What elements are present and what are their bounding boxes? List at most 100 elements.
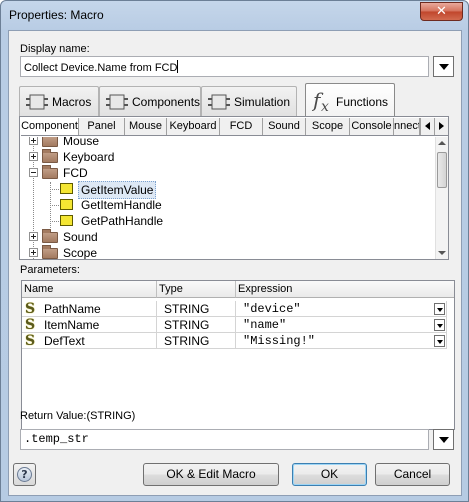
tab-functions-label: Functions: [336, 95, 389, 109]
param-expression[interactable]: "Missing!": [236, 333, 447, 349]
expand-icon[interactable]: [29, 137, 38, 145]
tab-components[interactable]: Components: [99, 86, 201, 116]
column-header-expression[interactable]: Expression: [236, 281, 454, 298]
tree-item-getitemhandle[interactable]: GetItemHandle: [21, 197, 435, 213]
expression-dropdown-icon[interactable]: [434, 319, 445, 331]
parameters-label: Parameters:: [20, 264, 80, 276]
column-header-type[interactable]: Type: [157, 281, 236, 298]
tree-item-getitemvalue[interactable]: GetItemValue: [21, 181, 435, 199]
param-name: ItemName: [44, 318, 100, 332]
display-name-field[interactable]: Collect Device.Name from FCD: [20, 56, 429, 77]
subtab-scroll-left[interactable]: [420, 118, 434, 135]
title-bar[interactable]: Properties: Macro ✕: [1, 1, 468, 29]
folder-icon: [42, 149, 58, 163]
expression-dropdown-icon[interactable]: [434, 335, 445, 347]
tree-item-label: FCD: [63, 166, 88, 180]
close-button[interactable]: ✕: [420, 2, 463, 21]
expand-icon[interactable]: [29, 232, 38, 241]
scroll-up-icon[interactable]: [438, 141, 446, 145]
tab-macros[interactable]: Macros: [19, 86, 99, 116]
category-tabs: Component Panel Mouse Keyboard FCD Sound…: [21, 118, 448, 136]
properties-macro-dialog: Properties: Macro ✕ Display name: Collec…: [0, 0, 469, 502]
tab-simulation[interactable]: Simulation: [201, 86, 297, 116]
scroll-down-icon[interactable]: [438, 251, 446, 255]
functions-panel: Component Panel Mouse Keyboard FCD Sound…: [19, 116, 449, 260]
tree-item-label: Mouse: [63, 137, 100, 148]
subtab-console[interactable]: Console: [350, 118, 394, 135]
expand-icon[interactable]: [29, 248, 38, 257]
macros-icon: [26, 93, 48, 114]
tree-item-getpathhandle[interactable]: GetPathHandle: [21, 213, 435, 229]
tab-functions[interactable]: fx Functions: [305, 83, 395, 116]
param-name-cell: S ItemName: [22, 317, 157, 333]
cancel-button[interactable]: Cancel: [375, 463, 450, 486]
scrollbar-thumb[interactable]: [437, 152, 447, 188]
folder-icon: [42, 245, 58, 259]
display-name-value: Collect Device.Name from FCD: [24, 60, 179, 74]
subtab-scroll-right[interactable]: [434, 118, 448, 135]
tree-item-fcd[interactable]: FCD: [21, 165, 435, 181]
param-name-cell: S PathName: [22, 301, 157, 317]
tree-item-label: Sound: [63, 230, 98, 244]
subtab-keyboard[interactable]: Keyboard: [167, 118, 220, 135]
param-name-cell: S DefText: [22, 333, 157, 349]
tree-scrollbar[interactable]: [435, 137, 448, 259]
table-row[interactable]: S ItemName STRING "name": [22, 317, 447, 333]
tree-item-scope[interactable]: Scope: [21, 245, 435, 259]
table-row[interactable]: S PathName STRING "device": [22, 301, 447, 317]
param-name: PathName: [44, 302, 101, 316]
subtab-connect[interactable]: nnect: [394, 118, 420, 135]
return-value-field[interactable]: .temp_str: [20, 429, 429, 450]
parameters-grid: Name Type Expression S PathName STRING "…: [21, 280, 455, 430]
folder-open-icon: [42, 165, 58, 179]
return-value-dropdown-button[interactable]: [433, 429, 454, 450]
fx-icon: fx: [311, 88, 336, 116]
window-title: Properties: Macro: [9, 8, 104, 22]
subtab-fcd[interactable]: FCD: [220, 118, 263, 135]
param-type: STRING: [157, 317, 236, 333]
ok-edit-macro-button[interactable]: OK & Edit Macro: [143, 463, 279, 486]
tree-item-mouse[interactable]: Mouse: [21, 137, 435, 149]
string-type-icon: S: [25, 317, 36, 333]
help-icon: ?: [17, 467, 32, 482]
tree-item-sound[interactable]: Sound: [21, 229, 435, 245]
param-type: STRING: [157, 301, 236, 317]
expand-icon[interactable]: [29, 152, 38, 161]
param-type: STRING: [157, 333, 236, 349]
ok-button[interactable]: OK: [292, 463, 367, 486]
help-button[interactable]: ?: [13, 463, 36, 486]
return-value-label: Return Value:(STRING): [20, 410, 136, 422]
simulation-icon: [208, 93, 230, 114]
tree-item-label: GetPathHandle: [81, 214, 164, 228]
tab-strip: Macros Components Simulation fx Function…: [19, 83, 449, 116]
display-name-label: Display name:: [20, 43, 90, 55]
function-tree: Mouse Keyboard FCD GetItemValue GetItemH…: [21, 137, 435, 259]
chevron-right-icon: [439, 122, 444, 130]
param-expression[interactable]: "name": [236, 317, 447, 333]
subtab-sound[interactable]: Sound: [263, 118, 306, 135]
subtab-scope[interactable]: Scope: [306, 118, 350, 135]
display-name-dropdown-button[interactable]: [433, 56, 454, 77]
tree-item-label: GetItemHandle: [81, 198, 162, 212]
expression-dropdown-icon[interactable]: [434, 303, 445, 315]
components-icon: [106, 93, 128, 114]
collapse-icon[interactable]: [29, 168, 38, 177]
subtab-component[interactable]: Component: [21, 118, 79, 135]
function-icon: [60, 215, 73, 226]
folder-icon: [42, 229, 58, 243]
column-header-name[interactable]: Name: [22, 281, 157, 298]
return-value-value: .temp_str: [24, 432, 89, 446]
subtab-panel[interactable]: Panel: [79, 118, 125, 135]
chevron-down-icon: [439, 437, 449, 443]
function-icon: [60, 183, 73, 194]
function-icon: [60, 199, 73, 210]
tab-simulation-label: Simulation: [234, 95, 291, 109]
tree-item-keyboard[interactable]: Keyboard: [21, 149, 435, 165]
subtab-mouse[interactable]: Mouse: [125, 118, 167, 135]
string-type-icon: S: [25, 301, 36, 317]
param-name: DefText: [44, 334, 85, 348]
tree-item-label: Keyboard: [63, 150, 115, 164]
table-row[interactable]: S DefText STRING "Missing!": [22, 333, 447, 349]
tab-macros-label: Macros: [52, 95, 92, 109]
param-expression[interactable]: "device": [236, 301, 447, 317]
